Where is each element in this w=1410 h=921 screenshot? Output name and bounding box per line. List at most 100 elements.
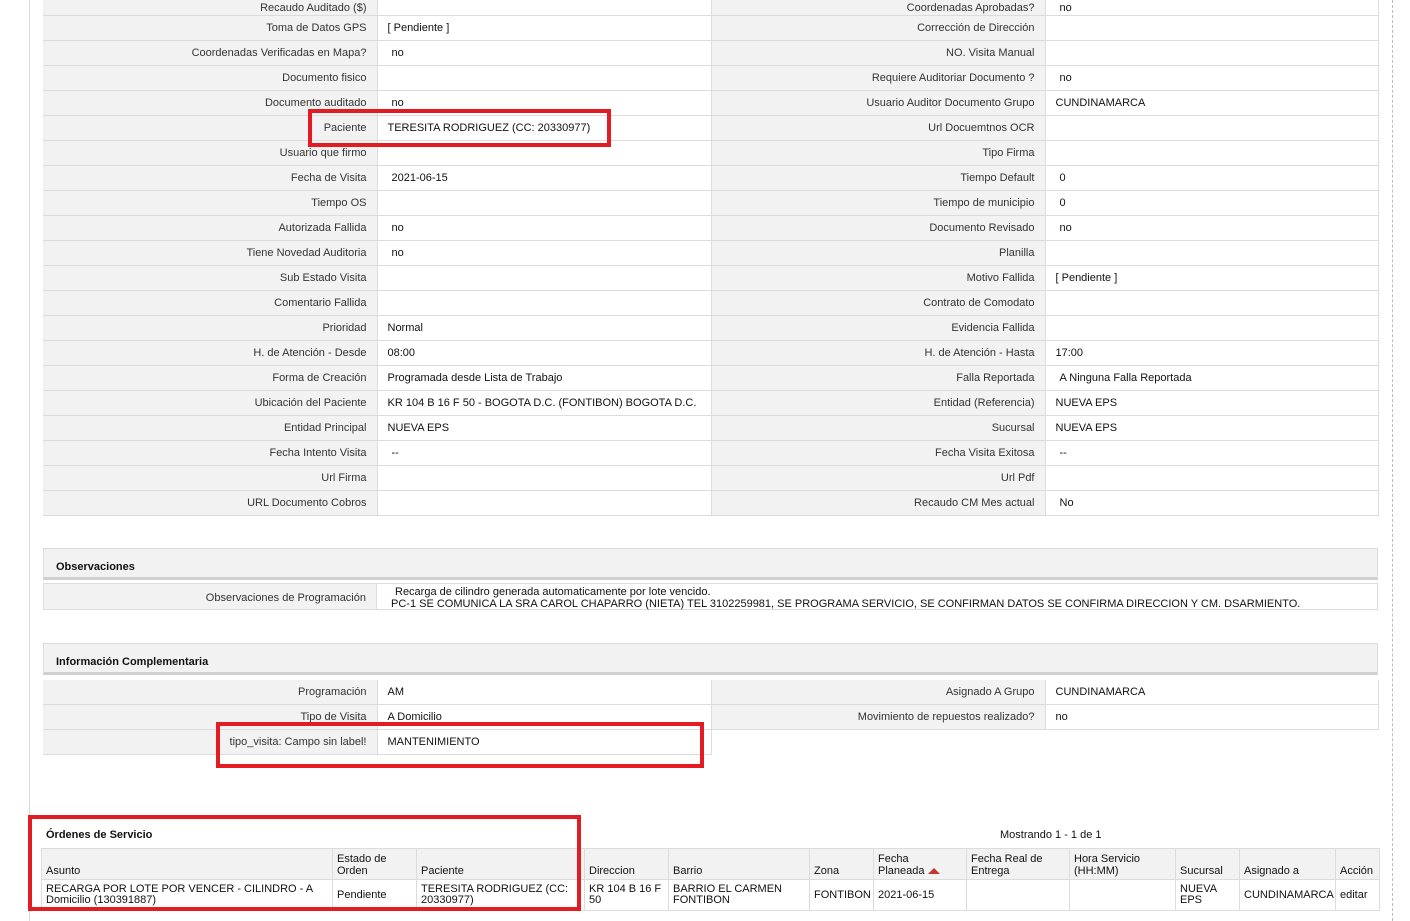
detail-label: Coordenadas Verificadas en Mapa? xyxy=(43,40,378,66)
detail-row: Tiempo OS Tiempo de municipio 0 xyxy=(43,190,1379,216)
detail-label: Url Firma xyxy=(43,465,378,491)
detail-label: Sucursal xyxy=(711,415,1046,441)
col-zona[interactable]: Zona xyxy=(809,848,874,880)
detail-row: Documento fisico Requiere Auditoriar Docu… xyxy=(43,65,1379,91)
detail-row: Documento auditado no Usuario Auditor Docu… xyxy=(43,90,1379,116)
detail-value: Programada desde Lista de Trabajo xyxy=(377,365,712,391)
detail-value: no xyxy=(377,40,712,66)
detail-value: -- xyxy=(1045,440,1379,466)
detail-label: Falla Reportada xyxy=(711,365,1046,391)
detail-label: Evidencia Fallida xyxy=(711,315,1046,341)
detail-value xyxy=(377,0,712,16)
detail-value: Normal xyxy=(377,315,712,341)
page-right-border xyxy=(1392,0,1393,921)
cell-fecha-real xyxy=(966,879,1070,911)
detail-label: H. de Atención - Desde xyxy=(43,340,378,366)
detail-value xyxy=(377,140,712,166)
info-label: Asignado A Grupo xyxy=(711,680,1046,705)
info-label: Movimiento de repuestos realizado? xyxy=(711,704,1046,730)
detail-row: Entidad Principal NUEVA EPS Sucursal NUEVA … xyxy=(43,415,1379,441)
detail-row: Forma de Creación Programada desde Lista … xyxy=(43,365,1379,391)
detail-row: Url Firma Url Pdf xyxy=(43,465,1379,491)
editar-link[interactable]: editar xyxy=(1340,889,1368,901)
detail-value: KR 104 B 16 F 50 - BOGOTA D.C. (FONTIBON… xyxy=(377,390,712,416)
info-complementaria-table: Programación AM Asignado A Grupo CUNDINA… xyxy=(43,680,1379,755)
col-hora-servicio[interactable]: Hora Servicio (HH:MM) xyxy=(1069,848,1176,880)
detail-value xyxy=(377,65,712,91)
detail-value: no xyxy=(377,240,712,266)
detail-label: Prioridad xyxy=(43,315,378,341)
detail-label: Url Pdf xyxy=(711,465,1046,491)
detail-value: NUEVA EPS xyxy=(377,415,712,441)
detail-label: Tiempo Default xyxy=(711,165,1046,191)
detail-value: no xyxy=(1045,0,1379,16)
detail-value: No xyxy=(1045,490,1379,516)
detail-value: 2021-06-15 xyxy=(377,165,712,191)
detail-value xyxy=(1045,465,1379,491)
detail-row: Recaudo Auditado ($) Coordenadas Aprobada… xyxy=(43,0,1379,16)
detail-label: Motivo Fallida xyxy=(711,265,1046,291)
detail-row: Fecha de Visita 2021-06-15 Tiempo Default 0 xyxy=(43,165,1379,191)
cell-zona: FONTIBON xyxy=(809,879,874,911)
detail-value: NUEVA EPS xyxy=(1045,390,1379,416)
col-paciente[interactable]: Paciente xyxy=(416,848,585,880)
col-asunto[interactable]: Asunto xyxy=(41,848,333,880)
detail-label: Url Docuemtnos OCR xyxy=(711,115,1046,141)
visit-detail-table: Recaudo Auditado ($) Coordenadas Aprobada… xyxy=(43,0,1379,516)
info-label: Programación xyxy=(43,680,378,705)
cell-asignado: CUNDINAMARCA xyxy=(1239,879,1336,911)
detail-label: Sub Estado Visita xyxy=(43,265,378,291)
detail-label: Ubicación del Paciente xyxy=(43,390,378,416)
observaciones-row: Observaciones de Programación Recarga de… xyxy=(43,583,1378,610)
detail-label: Documento fisico xyxy=(43,65,378,91)
detail-value: CUNDINAMARCA xyxy=(1045,90,1379,116)
detail-label: Coordenadas Aprobadas? xyxy=(711,0,1046,16)
detail-label: Requiere Auditoriar Documento ? xyxy=(711,65,1046,91)
col-sucursal[interactable]: Sucursal xyxy=(1175,848,1240,880)
detail-value: no xyxy=(1045,215,1379,241)
col-direccion[interactable]: Direccion xyxy=(584,848,669,880)
cell-accion: editar xyxy=(1335,879,1380,911)
detail-label: Autorizada Fallida xyxy=(43,215,378,241)
detail-label: Usuario que firmo xyxy=(43,140,378,166)
detail-label: Entidad Principal xyxy=(43,415,378,441)
ordenes-count: Mostrando 1 - 1 de 1 xyxy=(1000,829,1102,841)
detail-label: Fecha de Visita xyxy=(43,165,378,191)
col-asignado[interactable]: Asignado a xyxy=(1239,848,1336,880)
col-fecha-real[interactable]: Fecha Real de Entrega xyxy=(966,848,1070,880)
detail-row: URL Documento Cobros Recaudo CM Mes actua… xyxy=(43,490,1379,516)
col-estado[interactable]: Estado de Orden xyxy=(332,848,417,880)
detail-label: Fecha Visita Exitosa xyxy=(711,440,1046,466)
cell-fecha-planeada: 2021-06-15 xyxy=(873,879,967,911)
detail-value: [ Pendiente ] xyxy=(1045,265,1379,291)
detail-label: Fecha Intento Visita xyxy=(43,440,378,466)
detail-value: [ Pendiente ] xyxy=(377,15,712,41)
detail-label: Tiempo de municipio xyxy=(711,190,1046,216)
detail-row: Fecha Intento Visita -- Fecha Visita Exito… xyxy=(43,440,1379,466)
info-complementaria-header: Información Complementaria xyxy=(43,643,1378,675)
detail-label: H. de Atención - Hasta xyxy=(711,340,1046,366)
detail-label: Documento auditado xyxy=(43,90,378,116)
detail-row: Toma de Datos GPS[ Pendiente ] Corrección… xyxy=(43,15,1379,41)
detail-value xyxy=(377,190,712,216)
col-fecha-planeada[interactable]: Fecha Planeada xyxy=(873,848,967,880)
detail-value: NUEVA EPS xyxy=(1045,415,1379,441)
detail-value: -- xyxy=(377,440,712,466)
detail-value xyxy=(377,490,712,516)
cell-direccion: KR 104 B 16 F 50 xyxy=(584,879,669,911)
cell-sucursal: NUEVA EPS xyxy=(1175,879,1240,911)
detail-row: Tiene Novedad Auditoria no Planilla xyxy=(43,240,1379,266)
detail-label: Comentario Fallida xyxy=(43,290,378,316)
detail-value: no xyxy=(377,215,712,241)
col-barrio[interactable]: Barrio xyxy=(668,848,810,880)
cell-estado: Pendiente xyxy=(332,879,417,911)
info-value: CUNDINAMARCA xyxy=(1045,680,1379,705)
detail-value xyxy=(1045,315,1379,341)
detail-value: no xyxy=(377,90,712,116)
detail-row: Sub Estado Visita Motivo Fallida[ Pendien… xyxy=(43,265,1379,291)
detail-value: 0 xyxy=(1045,165,1379,191)
sort-ascending-icon xyxy=(927,868,940,875)
detail-row: Usuario que firmo Tipo Firma xyxy=(43,140,1379,166)
detail-label: Documento Revisado xyxy=(711,215,1046,241)
detail-value: TERESITA RODRIGUEZ (CC: 20330977) xyxy=(377,115,712,141)
